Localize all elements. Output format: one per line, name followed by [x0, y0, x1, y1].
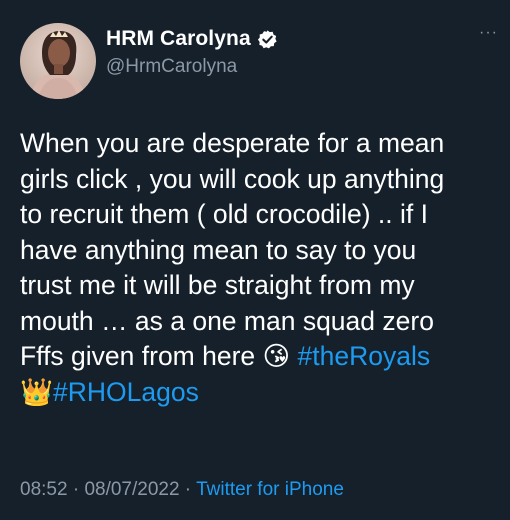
tweet-date[interactable]: 08/07/2022 — [84, 479, 179, 500]
more-options-icon[interactable]: ··· — [479, 24, 498, 42]
tweet-card: HRM Carolyna @HrmCarolyna ··· When you a… — [0, 0, 510, 520]
tweet-line: girls click , you will cook up anything — [20, 163, 445, 194]
tweet-line: When you are desperate for a mean — [20, 128, 445, 158]
tweet-line-text: Fffs given from here — [20, 341, 263, 371]
tweet-line: have anything mean to say to you — [20, 234, 417, 265]
hashtag-link[interactable]: #theRoyals — [298, 341, 431, 371]
meta-separator: · — [67, 479, 85, 500]
author-name-row: HRM Carolyna — [106, 27, 278, 51]
tweet-time[interactable]: 08:52 — [20, 479, 68, 500]
tweet-line: to recruit them ( old crocodile) .. if I — [20, 199, 428, 229]
tweet-line: mouth … as a one man squad zero — [20, 305, 434, 336]
author-handle[interactable]: @HrmCarolyna — [106, 56, 237, 78]
tweet-line: trust me it will be straight from my — [20, 270, 415, 300]
tweet-meta: 08:52 · 08/07/2022 · Twitter for iPhone — [20, 479, 344, 501]
tweet-line: Fffs given from here 😘 #theRoyals — [20, 339, 505, 375]
tweet-source-link[interactable]: Twitter for iPhone — [196, 479, 344, 500]
tweet-line: 👑#RHOLagos — [20, 375, 505, 411]
avatar-image — [20, 23, 96, 99]
kiss-emoji-icon: 😘 — [262, 341, 291, 372]
author-display-name[interactable]: HRM Carolyna — [106, 27, 251, 51]
verified-badge-icon — [257, 29, 278, 50]
meta-separator: · — [179, 479, 197, 500]
tweet-text: When you are desperate for a mean girls … — [20, 126, 505, 410]
crown-emoji-icon: 👑 — [20, 376, 53, 408]
avatar[interactable] — [20, 23, 96, 99]
hashtag-link[interactable]: #RHOLagos — [53, 377, 199, 407]
